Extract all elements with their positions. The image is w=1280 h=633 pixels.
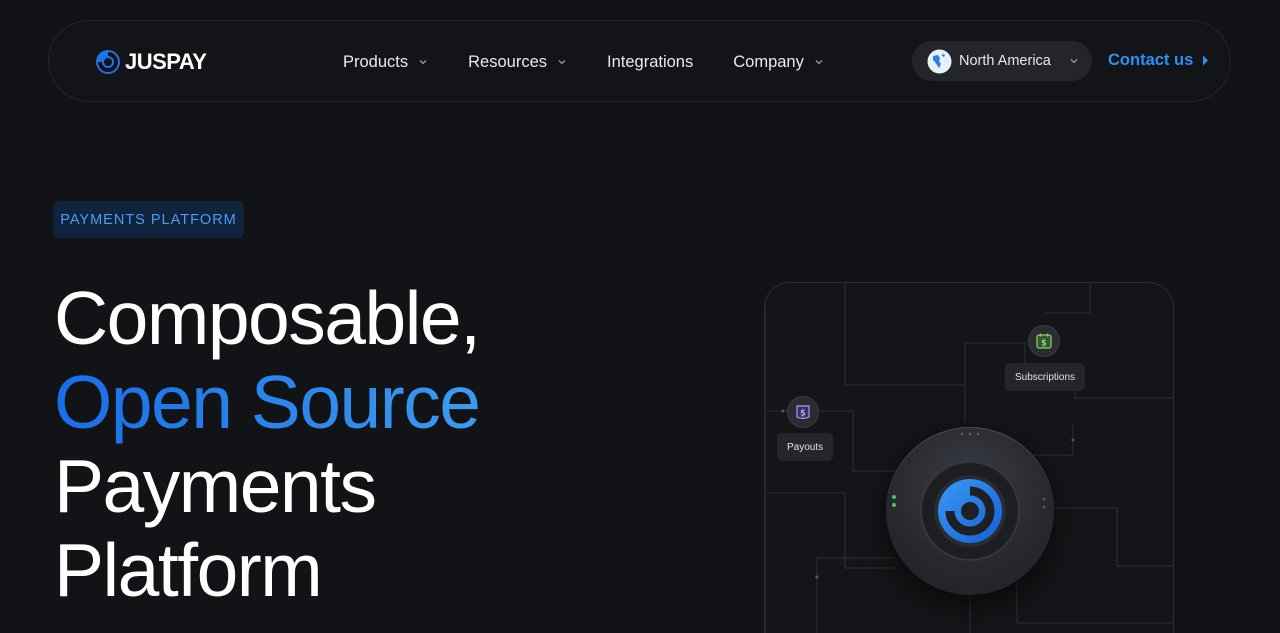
- globe-icon: [927, 49, 952, 73]
- chevron-down-icon: [1070, 59, 1078, 64]
- section-badge: PAYMENTS PLATFORM: [53, 201, 244, 238]
- caret-right-icon: [1203, 55, 1209, 66]
- main-nav: Products Resources Integrations Company: [343, 49, 864, 75]
- nav-item-label: Company: [733, 52, 804, 71]
- nav-item-integrations[interactable]: Integrations: [607, 53, 693, 72]
- nav-item-products[interactable]: Products: [343, 53, 428, 72]
- chevron-down-icon: [815, 60, 823, 65]
- contact-us-link[interactable]: Contact us: [1108, 51, 1209, 70]
- nav-item-company[interactable]: Company: [733, 53, 824, 72]
- nav-item-label: Resources: [468, 52, 547, 71]
- nav-item-resources[interactable]: Resources: [468, 53, 567, 72]
- navbar: JUSPAY Products Resources Integrations C…: [48, 20, 1231, 102]
- svg-text:$: $: [1041, 339, 1047, 349]
- dollar-bag-icon: $: [796, 405, 810, 420]
- chevron-down-icon: [419, 60, 427, 65]
- brand-name: JUSPAY: [125, 49, 207, 74]
- hero-headline: Composable, Open Source Payments Platfor…: [54, 276, 481, 612]
- svg-text:$: $: [800, 409, 806, 419]
- headline-line: Payments: [54, 444, 377, 528]
- payouts-node-icon: $: [787, 396, 819, 428]
- headline-line: Composable,: [54, 276, 481, 360]
- nav-item-label: Products: [343, 52, 409, 71]
- platform-diagram: $ Subscriptions $ Payouts: [764, 282, 1174, 633]
- headline-line: Platform: [54, 528, 323, 612]
- brand-logo[interactable]: JUSPAY: [95, 49, 207, 75]
- juspay-logo-icon: [96, 50, 120, 74]
- region-selector[interactable]: North America: [912, 41, 1092, 81]
- region-label: North America: [959, 53, 1051, 69]
- juspay-logo-icon: [938, 479, 1002, 543]
- chevron-down-icon: [558, 60, 566, 65]
- hub-core: [934, 475, 1006, 547]
- subscriptions-node-label: Subscriptions: [1005, 363, 1086, 391]
- headline-highlight: Open Source: [54, 360, 481, 444]
- subscriptions-node-icon: $: [1028, 325, 1060, 357]
- contact-us-label: Contact us: [1108, 51, 1194, 69]
- hub-ring: [920, 461, 1020, 561]
- nav-item-label: Integrations: [607, 52, 694, 71]
- calendar-dollar-icon: $: [1036, 333, 1052, 349]
- central-hub: [886, 427, 1054, 595]
- payouts-node-label: Payouts: [777, 433, 834, 461]
